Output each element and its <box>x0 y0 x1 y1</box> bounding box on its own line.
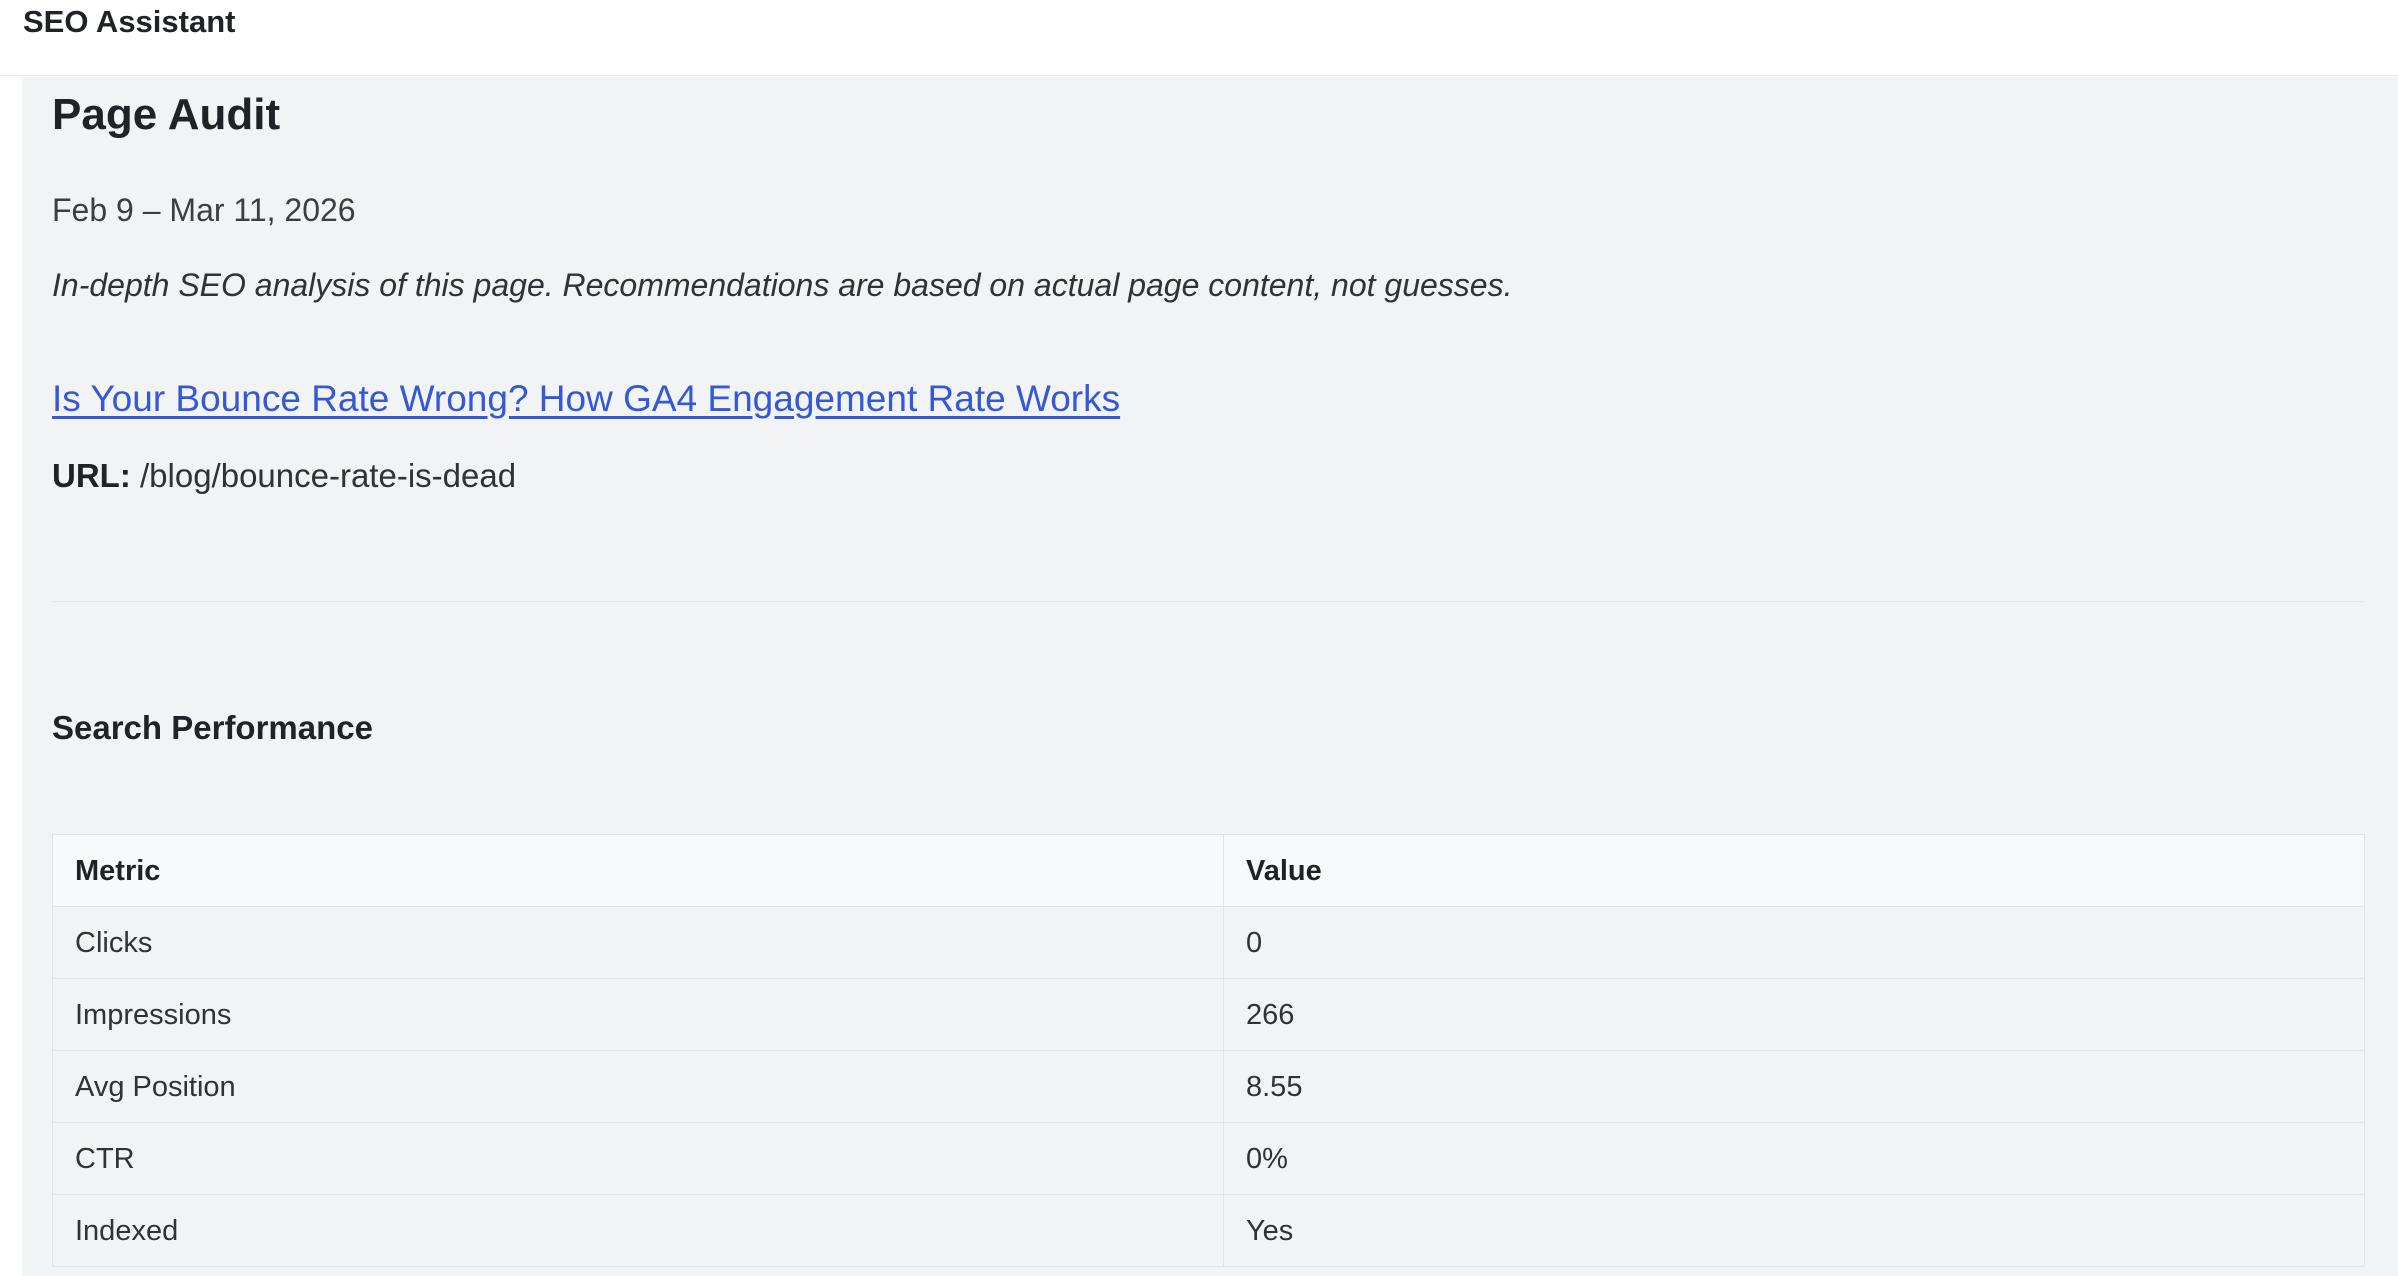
metric-name: Avg Position <box>52 1050 1224 1123</box>
page-title: Page Audit <box>52 90 281 139</box>
metric-value: 0% <box>1223 1122 2365 1195</box>
metric-name: Impressions <box>52 978 1224 1051</box>
search-performance-heading: Search Performance <box>52 709 373 746</box>
audit-description: In-depth SEO analysis of this page. Reco… <box>52 267 1513 303</box>
table-row: Impressions 266 <box>52 978 2365 1051</box>
page-url: URL: /blog/bounce-rate-is-dead <box>52 456 516 496</box>
table-row: Clicks 0 <box>52 906 2365 979</box>
table-row: Avg Position 8.55 <box>52 1050 2365 1123</box>
audited-page-link[interactable]: Is Your Bounce Rate Wrong? How GA4 Engag… <box>52 377 1120 421</box>
search-performance-table: Metric Value Clicks 0 Impressions 266 Av… <box>52 834 2365 1267</box>
table-header-row: Metric Value <box>52 834 2365 907</box>
url-value: /blog/bounce-rate-is-dead <box>139 457 517 494</box>
metric-name: CTR <box>52 1122 1224 1195</box>
metric-value: 266 <box>1223 978 2365 1051</box>
main-content: Page Audit Feb 9 – Mar 11, 2026 In-depth… <box>22 77 2398 1276</box>
table-row: CTR 0% <box>52 1122 2365 1195</box>
app-title: SEO Assistant <box>23 4 236 39</box>
app-header: SEO Assistant <box>0 0 2398 76</box>
column-header-value: Value <box>1223 834 2365 907</box>
metric-name: Indexed <box>52 1194 1224 1267</box>
metric-value: 8.55 <box>1223 1050 2365 1123</box>
metric-value: 0 <box>1223 906 2365 979</box>
date-range: Feb 9 – Mar 11, 2026 <box>52 192 356 228</box>
section-divider <box>52 601 2364 602</box>
column-header-metric: Metric <box>52 834 1224 907</box>
url-label: URL: <box>52 457 131 494</box>
table-row: Indexed Yes <box>52 1194 2365 1267</box>
metric-value: Yes <box>1223 1194 2365 1267</box>
metric-name: Clicks <box>52 906 1224 979</box>
